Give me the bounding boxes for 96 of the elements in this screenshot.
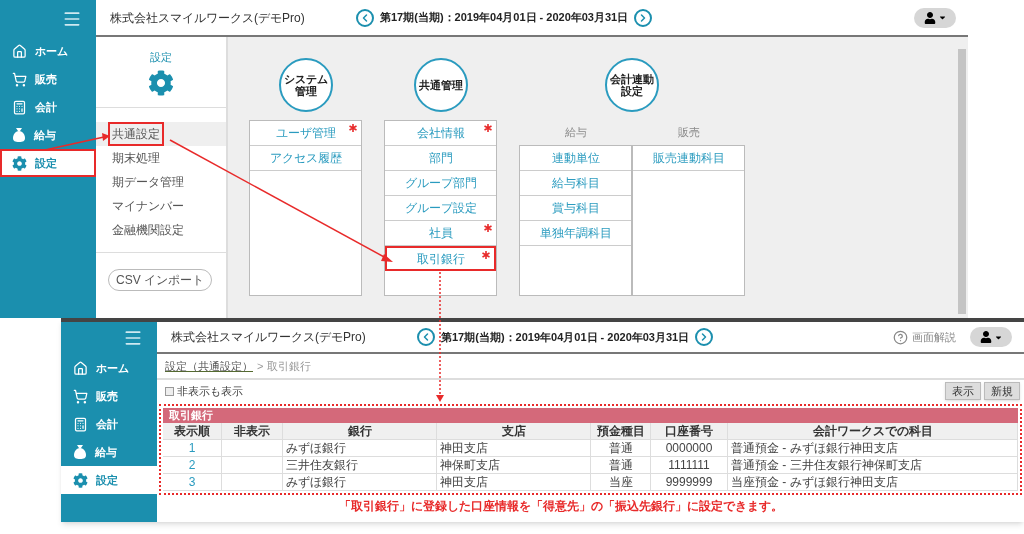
table-cell: 普通 — [608, 457, 633, 473]
calculator-icon — [73, 416, 88, 432]
checkbox-label: 非表示も表示 — [177, 383, 243, 399]
previous-period-button[interactable] — [356, 8, 374, 27]
previous-period-button[interactable] — [417, 328, 435, 346]
column-header: 支店 — [437, 423, 591, 439]
table-cell: 9999999 — [665, 474, 713, 490]
money-bag-icon — [12, 127, 26, 143]
sidebar-item[interactable]: 販売 — [61, 382, 157, 410]
menu-link[interactable]: 会社情報 — [385, 121, 496, 146]
order-link[interactable]: 3 — [188, 474, 196, 490]
table-cell: 1111111 — [668, 457, 710, 473]
cart-icon — [73, 388, 88, 404]
order-link[interactable]: 2 — [188, 457, 196, 473]
sidebar-item[interactable]: ホーム — [61, 354, 157, 382]
company-name: 株式会社スマイルワークス(デモPro) — [109, 9, 306, 27]
home-icon — [12, 43, 27, 59]
table-cell: 三井住友銀行 — [286, 457, 358, 473]
table-cell: 神保町支店 — [440, 457, 500, 473]
settings-menu-item[interactable]: マイナンバー — [108, 194, 188, 218]
fiscal-period: 第17期(当期)：2019年04月01日 - 2020年03月31日 — [441, 329, 690, 345]
table-title: 取引銀行 — [169, 408, 213, 424]
user-menu-button[interactable] — [914, 7, 956, 28]
breadcrumb-current: 取引銀行 — [267, 358, 312, 374]
sidebar-item[interactable]: 販売 — [0, 65, 96, 93]
help-icon — [893, 329, 908, 345]
column-header: 預金種目 — [591, 423, 651, 439]
sidebar-item[interactable]: 給与 — [0, 121, 96, 149]
column-header: 銀行 — [283, 423, 437, 439]
next-period-button[interactable] — [634, 8, 653, 27]
checkbox[interactable] — [165, 386, 174, 396]
menu-link[interactable]: 賞与科目 — [520, 196, 631, 221]
settings-menu-item[interactable]: 金融機関設定 — [108, 218, 188, 242]
next-period-button[interactable] — [695, 328, 714, 346]
menu-link[interactable]: 連動単位 — [520, 146, 631, 171]
settings-menu-item[interactable]: 期データ管理 — [108, 170, 188, 194]
user-icon — [979, 331, 992, 343]
sidebar-item[interactable]: 給与 — [61, 438, 157, 466]
toolbar-button[interactable]: 表示 — [945, 382, 981, 400]
column-header: 会計ワークスでの科目 — [728, 423, 1018, 439]
table-cell: 普通預金 - 三井住友銀行神保町支店 — [731, 457, 922, 473]
table-cell: 普通 — [608, 440, 633, 456]
fiscal-period: 第17期(当期)：2019年04月01日 - 2020年03月31日 — [380, 10, 629, 26]
settings-icon — [73, 472, 88, 488]
menu-link[interactable]: 単独年調科目 — [520, 221, 631, 246]
breadcrumb-link[interactable]: 設定（共通設定） — [165, 357, 253, 375]
money-bag-icon — [73, 444, 87, 460]
sidebar-item[interactable]: 設定 — [61, 466, 157, 494]
table-cell: 神田支店 — [440, 440, 488, 456]
caption: 「取引銀行」に登録した口座情報を「得意先」の「振込先銀行」に設定できます。 — [338, 498, 783, 515]
help-link[interactable]: 画面解説 — [893, 328, 956, 346]
breadcrumb-separator: > — [257, 358, 264, 374]
required-mark-icon — [484, 124, 492, 132]
settings-menu-item[interactable]: 期末処理 — [108, 146, 164, 170]
cart-icon — [12, 71, 27, 87]
calculator-icon — [12, 99, 27, 115]
settings-icon — [148, 69, 174, 96]
caret-icon — [937, 13, 947, 22]
user-menu-button[interactable] — [970, 327, 1012, 347]
sidebar-item[interactable]: ホーム — [0, 37, 96, 65]
menu-icon[interactable] — [123, 328, 143, 348]
menu-link[interactable]: アクセス履歴 — [250, 146, 361, 171]
settings-menu-item[interactable]: 共通設定 — [108, 122, 164, 146]
table-cell: みずほ銀行 — [286, 474, 346, 490]
column-heading: 販売 — [677, 125, 700, 141]
menu-link[interactable]: ユーザ管理 — [250, 121, 361, 146]
order-link[interactable]: 1 — [188, 440, 196, 456]
company-name: 株式会社スマイルワークス(デモPro) — [170, 329, 367, 346]
menu-link[interactable]: 取引銀行 — [385, 246, 496, 271]
column-header: 表示順 — [163, 423, 222, 439]
menu-link[interactable]: 部門 — [385, 146, 496, 171]
menu-link[interactable]: グループ設定 — [385, 196, 496, 221]
home-icon — [73, 360, 88, 376]
required-mark-icon — [484, 224, 492, 232]
table-cell: 当座預金 - みずほ銀行神田支店 — [731, 474, 898, 490]
required-mark-icon — [349, 124, 357, 132]
settings-icon — [12, 155, 27, 171]
column-heading: 給与 — [564, 125, 587, 141]
sidebar-item[interactable]: 会計 — [0, 93, 96, 121]
menu-link[interactable]: 給与科目 — [520, 171, 631, 196]
table-cell: 当座 — [608, 474, 633, 490]
sidebar-item[interactable]: 会計 — [61, 410, 157, 438]
column-header: 口座番号 — [651, 423, 728, 439]
panel-title: 設定 — [150, 50, 172, 65]
column-header: 非表示 — [222, 423, 283, 439]
user-icon — [923, 11, 936, 24]
table-cell: みずほ銀行 — [286, 440, 346, 456]
toolbar-button[interactable]: 新規 — [984, 382, 1020, 400]
table-cell: 0000000 — [665, 440, 713, 456]
required-mark-icon — [482, 251, 490, 259]
table-cell: 神田支店 — [440, 474, 488, 490]
menu-link[interactable]: 販売連動科目 — [633, 146, 744, 171]
menu-link[interactable]: グループ部門 — [385, 171, 496, 196]
sidebar-item[interactable]: 設定 — [0, 149, 96, 177]
table-cell: 普通預金 - みずほ銀行神田支店 — [731, 440, 898, 456]
menu-link[interactable]: 社員 — [385, 221, 496, 246]
